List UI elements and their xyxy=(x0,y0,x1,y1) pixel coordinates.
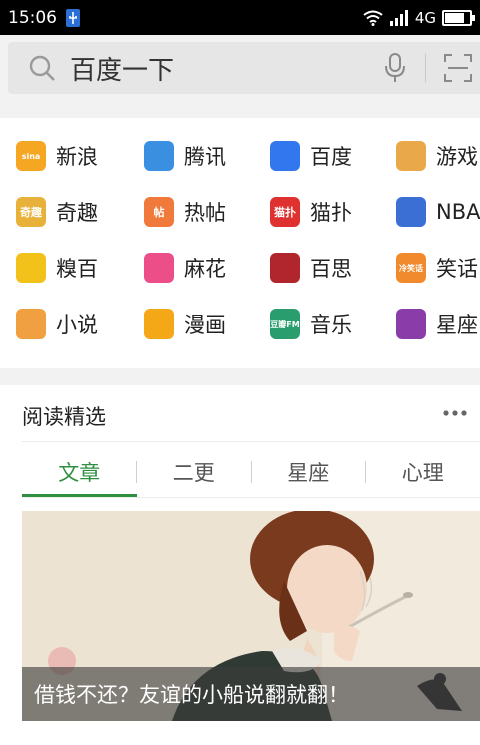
nav-item-label: 星座 xyxy=(436,313,478,337)
nav-item-label: 腾讯 xyxy=(184,145,226,169)
nav-item-comic[interactable]: 漫画 xyxy=(128,296,254,352)
nav-item-joke[interactable]: 冷笑话 笑话 xyxy=(382,240,480,296)
signal-icon xyxy=(389,9,408,26)
network-type: 4G xyxy=(414,8,436,27)
search-box[interactable]: 百度一下 xyxy=(8,42,480,94)
tab-horoscope[interactable]: 星座 xyxy=(251,447,366,497)
status-bar: 15:06 4G xyxy=(0,0,480,35)
featured-article[interactable]: 借钱不还？友谊的小船说翻就翻！ xyxy=(22,511,480,721)
usb-icon xyxy=(66,8,80,27)
search-divider xyxy=(425,54,426,82)
nav-item-tencent[interactable]: 腾讯 xyxy=(128,128,254,184)
nav-item-baisi[interactable]: 百思 xyxy=(254,240,382,296)
nav-item-label: 糗百 xyxy=(56,257,98,281)
nav-item-baidu[interactable]: 百度 xyxy=(254,128,382,184)
nav-item-label: 笑话 xyxy=(436,257,478,281)
more-icon[interactable] xyxy=(442,409,468,417)
site-nav-grid: sina 新浪 腾讯 百度 游戏 奇趣 奇趣帖热帖 猫扑 猫扑 NBA 糗百 麻花 百思 冷笑话 笑话 小说漫… xyxy=(0,128,480,352)
tab-separator xyxy=(365,461,366,483)
nav-item-label: NBA xyxy=(436,200,480,224)
nav-item-label: 猫扑 xyxy=(310,201,352,225)
scan-icon[interactable] xyxy=(444,54,472,82)
tab-separator xyxy=(136,461,137,483)
search-icon xyxy=(29,55,55,81)
nav-item-hot-post[interactable]: 帖热帖 xyxy=(128,184,254,240)
nav-item-nba[interactable]: NBA xyxy=(382,184,480,240)
article-title: 借钱不还？友谊的小船说翻就翻！ xyxy=(22,667,480,721)
search-input[interactable]: 百度一下 xyxy=(70,50,383,87)
nav-item-label: 小说 xyxy=(56,313,98,337)
comic-icon xyxy=(144,309,174,339)
music-icon: 豆瓣FM xyxy=(270,309,300,339)
nav-item-label: 奇趣 xyxy=(56,201,98,225)
reading-title: 阅读精选 xyxy=(22,405,106,429)
nba-icon xyxy=(396,197,426,227)
nav-item-horoscope[interactable]: 星座 xyxy=(382,296,480,352)
qiubai-icon xyxy=(16,253,46,283)
tab-ergeng[interactable]: 二更 xyxy=(137,447,252,497)
tab-psychology[interactable]: 心理 xyxy=(366,447,480,497)
nav-item-label: 音乐 xyxy=(310,313,352,337)
nav-item-qiqu[interactable]: 奇趣 奇趣 xyxy=(0,184,128,240)
site-nav-card: sina 新浪 腾讯 百度 游戏 奇趣 奇趣帖热帖 猫扑 猫扑 NBA 糗百 麻花 百思 冷笑话 笑话 小说漫… xyxy=(0,118,480,368)
reading-card: 阅读精选 文章 二更 星座 心理 借钱不还？友谊的小船说翻就翻！ xyxy=(0,385,480,745)
nav-item-music[interactable]: 豆瓣FM 音乐 xyxy=(254,296,382,352)
nav-item-novel[interactable]: 小说 xyxy=(0,296,128,352)
horoscope-icon xyxy=(396,309,426,339)
nav-item-label: 百度 xyxy=(310,145,352,169)
nav-item-label: 麻花 xyxy=(184,257,226,281)
baisi-icon xyxy=(270,253,300,283)
nav-item-sina[interactable]: sina 新浪 xyxy=(0,128,128,184)
nav-item-label: 热帖 xyxy=(184,201,226,225)
nav-item-mahua[interactable]: 麻花 xyxy=(128,240,254,296)
novel-icon xyxy=(16,309,46,339)
nav-item-mop[interactable]: 猫扑 猫扑 xyxy=(254,184,382,240)
qiqu-icon: 奇趣 xyxy=(16,197,46,227)
reading-tabs: 文章 二更 星座 心理 xyxy=(22,447,480,497)
hot-post-icon: 帖 xyxy=(144,197,174,227)
status-time: 15:06 xyxy=(8,7,57,28)
microphone-icon[interactable] xyxy=(383,53,407,83)
tab-article[interactable]: 文章 xyxy=(22,447,137,497)
nav-item-label: 漫画 xyxy=(184,313,226,337)
nav-item-game[interactable]: 游戏 xyxy=(382,128,480,184)
baidu-icon xyxy=(270,141,300,171)
nav-item-qiubai[interactable]: 糗百 xyxy=(0,240,128,296)
game-icon xyxy=(396,141,426,171)
status-indicators: 4G xyxy=(363,8,475,27)
sina-icon: sina xyxy=(16,141,46,171)
tencent-icon xyxy=(144,141,174,171)
joke-icon: 冷笑话 xyxy=(396,253,426,283)
reading-divider xyxy=(22,441,480,442)
mahua-icon xyxy=(144,253,174,283)
nav-item-label: 游戏 xyxy=(436,145,478,169)
battery-icon xyxy=(442,9,475,26)
search-area: 百度一下 xyxy=(0,35,480,100)
tab-separator xyxy=(251,461,252,483)
mop-icon: 猫扑 xyxy=(270,197,300,227)
nav-item-label: 百思 xyxy=(310,257,352,281)
tabs-baseline xyxy=(22,497,480,498)
next-article-peek xyxy=(22,737,422,745)
wifi-icon xyxy=(363,10,383,26)
nav-item-label: 新浪 xyxy=(56,145,98,169)
